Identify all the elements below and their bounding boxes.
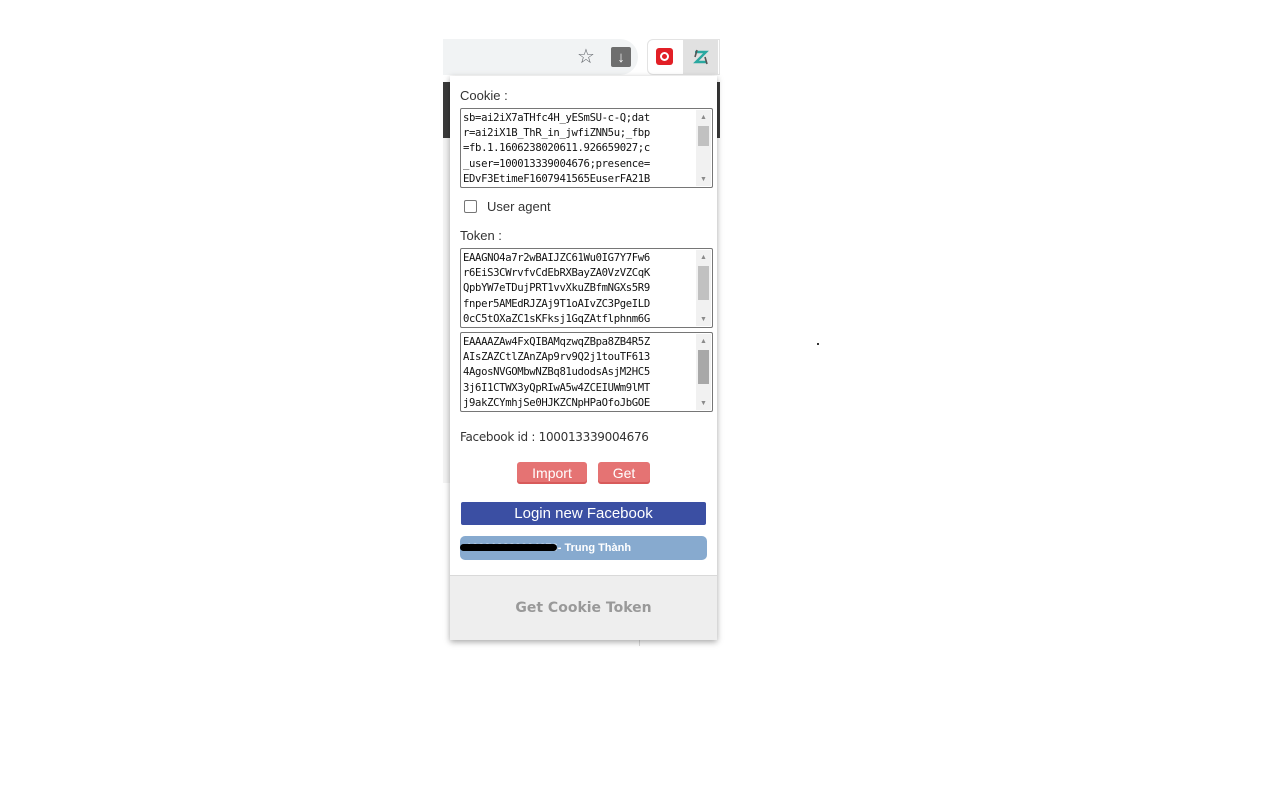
token-text-1: EAAGNO4a7r2wBAIJZC61Wu0IG7Y7Fw6 r6EiS3CW…	[463, 252, 650, 325]
scroll-down-icon[interactable]: ▼	[696, 312, 711, 326]
login-new-facebook-button[interactable]: Login new Facebook	[461, 502, 706, 525]
cookie-text: sb=ai2iX7aTHfc4H_yESmSU-c-Q;dat r=ai2iX1…	[463, 112, 650, 185]
stray-dot	[817, 343, 819, 345]
cookie-label: Cookie :	[460, 88, 508, 103]
scroll-up-icon[interactable]: ▲	[696, 334, 711, 348]
token-textarea-2[interactable]: EAAAAZAw4FxQIBAMqzwqZBpa8ZB4R5Z AIsZAZCt…	[460, 332, 713, 412]
red-p-extension-icon[interactable]	[656, 48, 673, 65]
extension-logo-icon	[692, 49, 709, 65]
token-scrollbar-2[interactable]: ▲ ▼	[696, 334, 711, 410]
cookie-textarea[interactable]: sb=ai2iX7aTHfc4H_yESmSU-c-Q;dat r=ai2iX1…	[460, 108, 713, 188]
account-name: - Trung Thành	[557, 542, 632, 554]
bookmark-star-icon[interactable]: ☆	[575, 46, 597, 68]
scroll-up-icon[interactable]: ▲	[696, 250, 711, 264]
user-agent-checkbox[interactable]	[464, 200, 477, 213]
import-button[interactable]: Import	[517, 462, 587, 484]
user-agent-label: User agent	[487, 199, 551, 214]
facebook-id-text: Facebook id : 100013339004676	[460, 430, 649, 444]
cookie-scrollbar[interactable]: ▲ ▼	[696, 110, 711, 186]
get-button[interactable]: Get	[598, 462, 650, 484]
redaction-mark	[460, 544, 557, 551]
token-label: Token :	[460, 228, 502, 243]
footer-title: Get Cookie Token	[515, 600, 652, 616]
token-scrollbar-1[interactable]: ▲ ▼	[696, 250, 711, 326]
scroll-up-icon[interactable]: ▲	[696, 110, 711, 124]
download-icon[interactable]: ↓	[611, 47, 631, 67]
token-text-2: EAAAAZAw4FxQIBAMqzwqZBpa8ZB4R5Z AIsZAZCt…	[463, 336, 650, 409]
cookie-token-popup: Cookie : sb=ai2iX7aTHfc4H_yESmSU-c-Q;dat…	[450, 76, 717, 640]
scroll-down-icon[interactable]: ▼	[696, 172, 711, 186]
saved-account-button[interactable]: 100013339004676 - Trung Thành	[460, 536, 707, 560]
address-bar[interactable]	[443, 39, 638, 75]
popup-footer: Get Cookie Token	[450, 575, 717, 640]
cookie-token-extension-icon[interactable]	[683, 40, 718, 74]
scroll-thumb[interactable]	[698, 350, 709, 384]
scroll-thumb[interactable]	[698, 266, 709, 300]
token-textarea-1[interactable]: EAAGNO4a7r2wBAIJZC61Wu0IG7Y7Fw6 r6EiS3CW…	[460, 248, 713, 328]
scroll-thumb[interactable]	[698, 126, 709, 146]
scroll-down-icon[interactable]: ▼	[696, 396, 711, 410]
